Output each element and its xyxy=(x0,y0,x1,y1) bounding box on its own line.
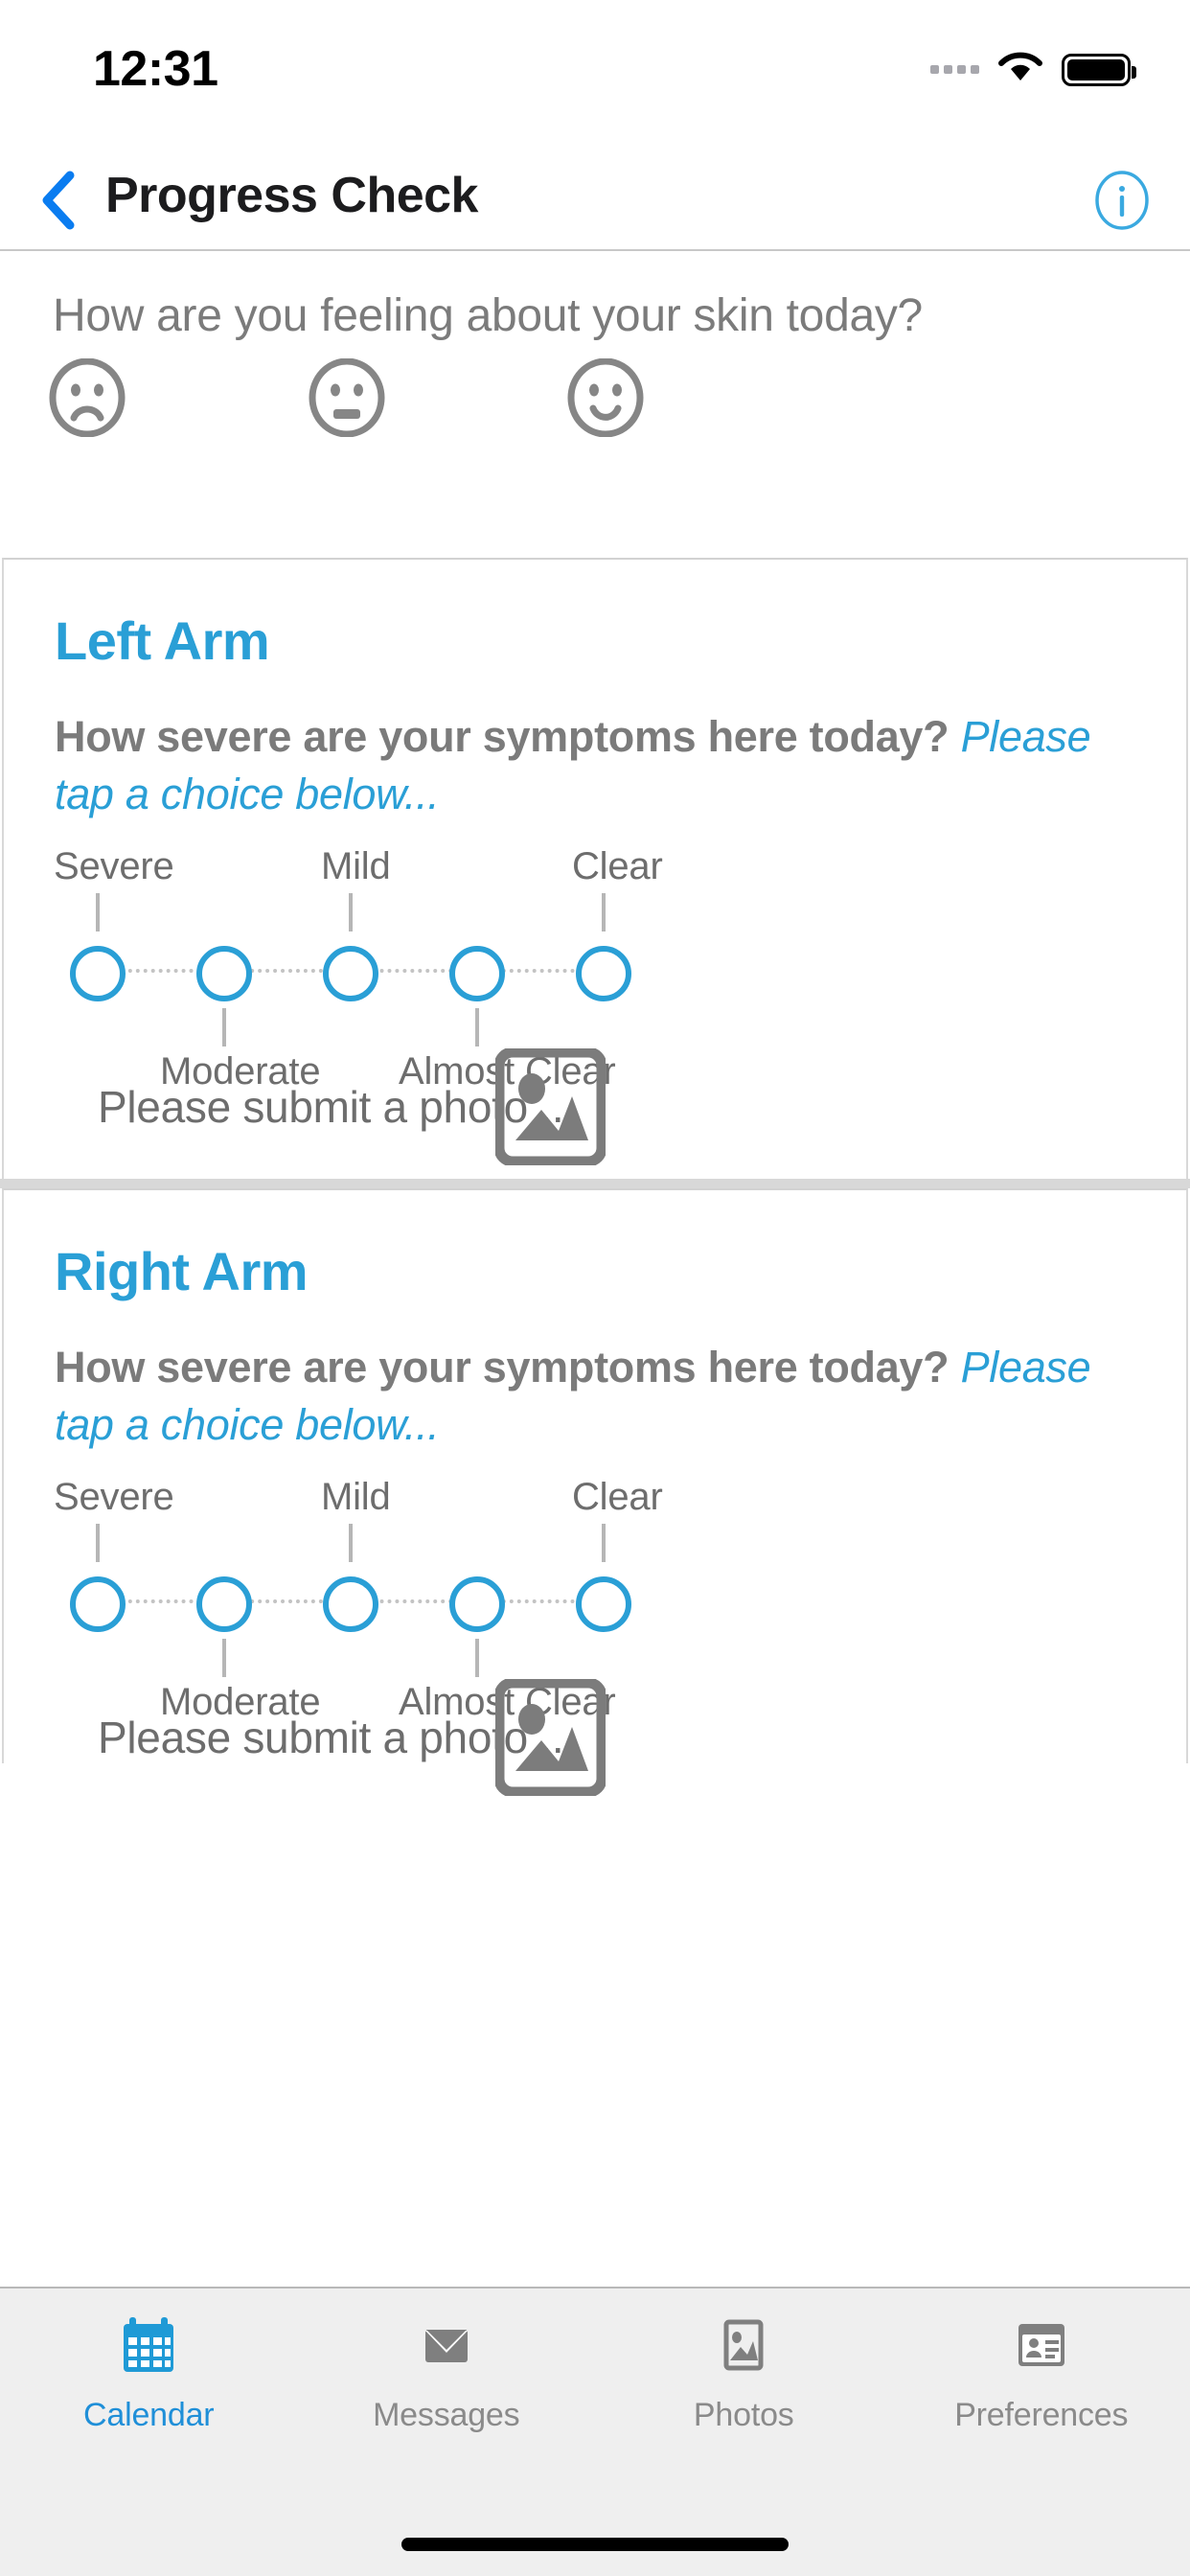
mood-option-sad[interactable] xyxy=(48,357,126,438)
wifi-icon xyxy=(996,50,1044,89)
main-content: How are you feeling about your skin toda… xyxy=(0,251,1190,2287)
status-bar-indicators xyxy=(930,50,1136,89)
info-button[interactable] xyxy=(1092,171,1152,230)
happy-face-icon xyxy=(566,357,645,441)
scale-label-mild: Mild xyxy=(321,845,391,887)
scale-label-mild: Mild xyxy=(321,1476,391,1518)
image-placeholder-icon xyxy=(493,1677,607,1800)
severity-question-bold: How severe are your symptoms here today? xyxy=(55,712,950,761)
photo-submission-row: Please submit a photo ... xyxy=(4,1046,1190,1173)
phone-screen: 12:31 Progress Check How are you feeling… xyxy=(0,0,1190,2576)
tab-label-messages: Messages xyxy=(373,2397,520,2433)
envelope-icon xyxy=(414,2312,479,2378)
scale-node-severe[interactable] xyxy=(70,946,126,1001)
severity-question: How severe are your symptoms here today?… xyxy=(55,1339,1128,1454)
image-placeholder-icon xyxy=(493,1046,607,1169)
status-bar-time: 12:31 xyxy=(93,41,218,97)
scale-label-severe: Severe xyxy=(54,845,174,887)
tab-messages[interactable]: Messages xyxy=(298,2288,596,2576)
calendar-icon xyxy=(116,2312,181,2378)
scale-tick-severe xyxy=(96,1524,100,1562)
scale-label-clear: Clear xyxy=(572,1476,663,1518)
scale-tick-severe xyxy=(96,893,100,932)
scale-tick-clear xyxy=(602,893,606,932)
scale-tick-moderate xyxy=(222,1008,226,1046)
tab-photos[interactable]: Photos xyxy=(595,2288,893,2576)
card-title: Right Arm xyxy=(55,1241,309,1301)
tab-label-calendar: Calendar xyxy=(83,2397,215,2433)
sad-face-icon xyxy=(48,357,126,441)
severity-question-bold: How severe are your symptoms here today? xyxy=(55,1343,950,1392)
photo-submission-row: Please submit a photo ... xyxy=(4,1677,1190,1804)
body-area-card-left-arm: Left Arm How severe are your symptoms he… xyxy=(2,558,1188,1181)
body-area-card-right-arm: Right Arm How severe are your symptoms h… xyxy=(2,1188,1188,1798)
scale-label-clear: Clear xyxy=(572,845,663,887)
page-title: Progress Check xyxy=(105,168,478,223)
scale-node-mild[interactable] xyxy=(323,1576,378,1632)
mood-question: How are you feeling about your skin toda… xyxy=(53,290,923,341)
scale-node-almost-clear[interactable] xyxy=(449,946,505,1001)
scale-node-almost-clear[interactable] xyxy=(449,1576,505,1632)
scale-tick-mild xyxy=(349,1524,353,1562)
scale-node-severe[interactable] xyxy=(70,1576,126,1632)
severity-question: How severe are your symptoms here today?… xyxy=(55,708,1128,823)
submit-photo-button[interactable] xyxy=(493,1677,607,1798)
scale-node-moderate[interactable] xyxy=(196,1576,252,1632)
signal-dots-icon xyxy=(930,65,979,74)
tab-calendar[interactable]: Calendar xyxy=(0,2288,298,2576)
scale-node-moderate[interactable] xyxy=(196,946,252,1001)
scale-tick-almost-clear xyxy=(475,1639,479,1677)
status-bar: 12:31 xyxy=(0,0,1190,153)
scale-node-clear[interactable] xyxy=(576,946,631,1001)
submit-photo-button[interactable] xyxy=(493,1046,607,1167)
scale-tick-mild xyxy=(349,893,353,932)
navigation-bar: Progress Check xyxy=(0,153,1190,251)
home-indicator[interactable] xyxy=(401,2538,789,2551)
card-title: Left Arm xyxy=(55,610,270,671)
neutral-face-icon xyxy=(308,357,386,441)
scale-node-clear[interactable] xyxy=(576,1576,631,1632)
tab-label-photos: Photos xyxy=(693,2397,794,2433)
scale-tick-moderate xyxy=(222,1639,226,1677)
tab-bar: Calendar Messages Photos Preferences xyxy=(0,2287,1190,2576)
mood-options xyxy=(0,357,1190,464)
contact-card-icon xyxy=(1009,2312,1074,2378)
back-button[interactable] xyxy=(29,171,88,234)
scale-tick-clear xyxy=(602,1524,606,1562)
mood-option-neutral[interactable] xyxy=(308,357,386,438)
info-circle-icon xyxy=(1092,171,1152,234)
scale-tick-almost-clear xyxy=(475,1008,479,1046)
tab-preferences[interactable]: Preferences xyxy=(893,2288,1190,2576)
photo-icon xyxy=(711,2312,776,2378)
card-divider xyxy=(0,1179,1190,1188)
tab-label-preferences: Preferences xyxy=(954,2397,1129,2433)
mood-option-happy[interactable] xyxy=(566,357,645,438)
scale-label-severe: Severe xyxy=(54,1476,174,1518)
scale-node-mild[interactable] xyxy=(323,946,378,1001)
chevron-left-icon xyxy=(39,171,78,235)
battery-full-icon xyxy=(1062,53,1136,86)
